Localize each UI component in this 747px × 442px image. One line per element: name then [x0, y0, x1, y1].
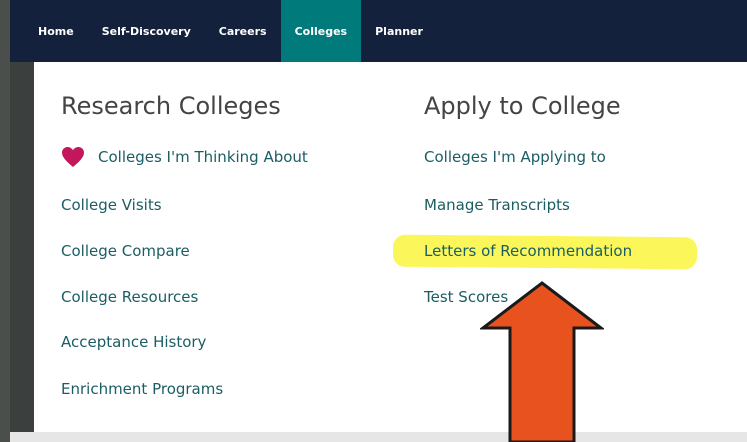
bottom-strip — [10, 432, 747, 442]
nav-planner[interactable]: Planner — [361, 0, 437, 62]
link-colleges-applying-to[interactable]: Colleges I'm Applying to — [424, 148, 606, 166]
link-college-visits[interactable]: College Visits — [61, 196, 162, 214]
link-letters-of-recommendation[interactable]: Letters of Recommendation — [424, 242, 632, 260]
research-colleges-heading: Research Colleges — [61, 92, 281, 120]
top-navigation: Home Self-Discovery Careers Colleges Pla… — [10, 0, 747, 62]
link-manage-transcripts[interactable]: Manage Transcripts — [424, 196, 570, 214]
link-enrichment-programs[interactable]: Enrichment Programs — [61, 380, 223, 398]
window-frame — [0, 0, 10, 442]
red-arrow-annotation — [480, 281, 604, 442]
link-college-compare[interactable]: College Compare — [61, 242, 190, 260]
nav-careers[interactable]: Careers — [205, 0, 281, 62]
link-colleges-thinking-about[interactable]: Colleges I'm Thinking About — [98, 148, 308, 166]
nav-self-discovery[interactable]: Self-Discovery — [88, 0, 205, 62]
link-acceptance-history[interactable]: Acceptance History — [61, 333, 206, 351]
apply-to-college-heading: Apply to College — [424, 92, 621, 120]
nav-colleges[interactable]: Colleges — [280, 0, 362, 62]
heart-icon[interactable] — [61, 146, 85, 168]
colleges-dropdown-menu: Research Colleges Colleges I'm Thinking … — [34, 62, 747, 432]
nav-home[interactable]: Home — [10, 0, 88, 62]
link-college-resources[interactable]: College Resources — [61, 288, 198, 306]
